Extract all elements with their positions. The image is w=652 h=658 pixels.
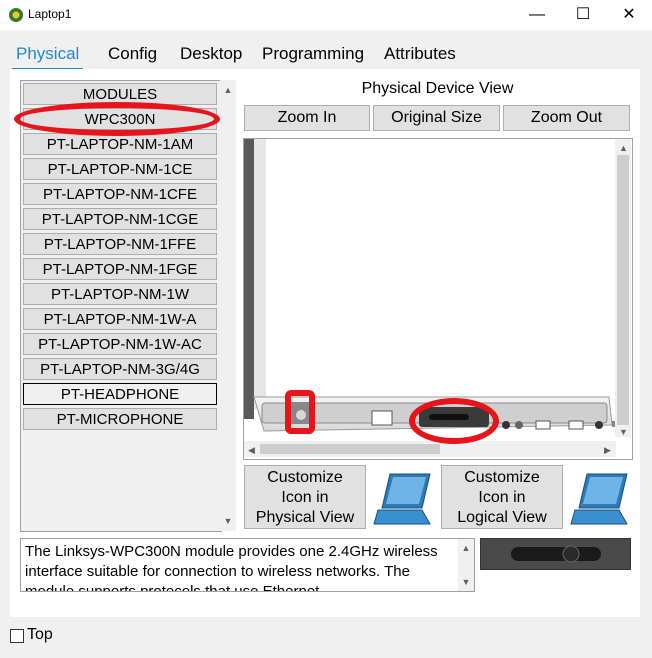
modules-scrollbar[interactable]: ▲ ▼ [220,80,236,531]
title-bar: Laptop1 — ☐ ✕ [0,0,652,30]
tab-programming[interactable]: Programming [258,40,368,68]
customize-logical-line1: Customize [464,469,540,486]
tab-desktop[interactable]: Desktop [176,40,246,68]
top-label: Top [27,626,53,643]
module-item[interactable]: PT-LAPTOP-NM-1CFE [23,183,217,205]
tab-physical[interactable]: Physical [12,40,84,71]
original-size-button[interactable]: Original Size [373,105,500,131]
annotation-ellipse [14,102,220,136]
module-item[interactable]: PT-LAPTOP-NM-3G/4G [23,358,217,380]
annotation-ellipse-port [409,398,499,444]
zoom-in-button[interactable]: Zoom In [244,105,370,131]
laptop-icon [373,473,431,525]
description-scrollbar[interactable]: ▲ ▼ [458,539,474,591]
customize-physical-line2: Icon in [281,489,329,506]
scroll-down-icon[interactable]: ▼ [220,513,236,529]
zoom-out-button[interactable]: Zoom Out [503,105,630,131]
maximize-button[interactable]: ☐ [560,0,606,30]
svg-text:◀: ◀ [248,445,255,455]
customize-logical-line2: Icon in [478,489,526,506]
customize-logical-button[interactable]: Customize Icon in Logical View [441,465,563,529]
svg-text:▶: ▶ [604,445,611,455]
description-text: The Linksys-WPC300N module provides one … [25,543,438,592]
module-description[interactable]: The Linksys-WPC300N module provides one … [20,538,475,592]
module-item[interactable]: PT-LAPTOP-NM-1CGE [23,208,217,230]
device-view: ▲ ▼ ◀ ▶ [243,138,633,460]
module-item[interactable]: PT-HEADPHONE [23,383,217,405]
modules-list: MODULES WPC300N PT-LAPTOP-NM-1AM PT-LAPT… [20,80,222,532]
customize-physical-button[interactable]: Customize Icon in Physical View [244,465,366,529]
customize-logical-line3: Logical View [457,509,547,526]
scroll-up-icon[interactable]: ▲ [458,540,474,556]
close-button[interactable]: ✕ [606,0,652,30]
window-title: Laptop1 [28,7,72,21]
module-item[interactable]: PT-LAPTOP-NM-1AM [23,133,217,155]
view-title: Physical Device View [361,80,514,97]
module-item[interactable]: PT-MICROPHONE [23,408,217,430]
customize-physical-line3: Physical View [255,509,355,526]
laptop-icon [570,473,628,525]
module-item[interactable]: PT-LAPTOP-NM-1W-A [23,308,217,330]
module-item[interactable]: PT-LAPTOP-NM-1W-AC [23,333,217,355]
app-icon [9,8,23,22]
module-item[interactable]: PT-LAPTOP-NM-1FGE [23,258,217,280]
scroll-down-icon[interactable]: ▼ [458,574,474,590]
annotation-rect-left [285,390,315,434]
module-thumbnail [480,538,631,570]
svg-text:▲: ▲ [619,143,628,153]
module-item[interactable]: PT-LAPTOP-NM-1CE [23,158,217,180]
top-checkbox[interactable] [10,629,24,643]
minimize-button[interactable]: — [514,0,560,30]
module-image [481,539,630,569]
tab-attributes[interactable]: Attributes [380,40,460,68]
scroll-up-icon[interactable]: ▲ [220,82,236,98]
module-item[interactable]: PT-LAPTOP-NM-1W [23,283,217,305]
svg-text:▼: ▼ [619,427,628,437]
tab-config[interactable]: Config [104,40,161,68]
module-item[interactable]: PT-LAPTOP-NM-1FFE [23,233,217,255]
customize-physical-line1: Customize [267,469,343,486]
